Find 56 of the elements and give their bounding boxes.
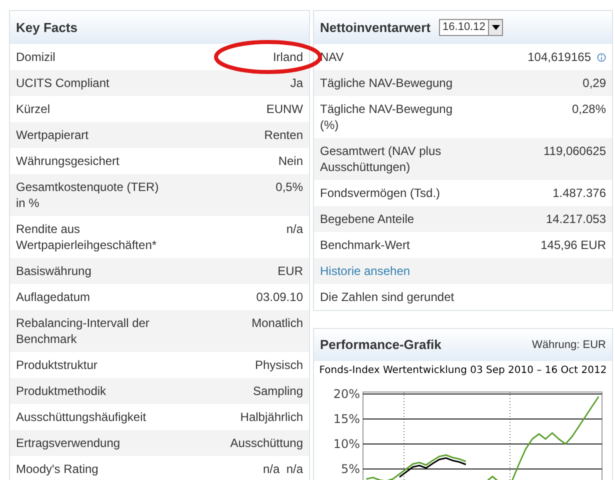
fact-value: Renten	[264, 127, 303, 143]
rounding-note: Die Zahlen sind gerundet	[320, 289, 454, 305]
fact-value: 03.09.10	[256, 289, 303, 305]
panel-title: Key Facts	[16, 18, 78, 37]
fact-value: 0,5%	[276, 179, 303, 195]
fact-label: Gesamtkostenquote (TER) in %	[16, 179, 160, 211]
date-dropdown[interactable]: 16.10.12	[438, 19, 504, 36]
fact-value: Sampling	[252, 383, 303, 399]
nav-value: 0,28%	[572, 101, 606, 117]
fact-label: UCITS Compliant	[16, 75, 110, 91]
nav-label: Gesamtwert (NAV plus Ausschüttungen)	[320, 143, 442, 175]
nav-label: Tägliche NAV-Bewegung (%)	[320, 101, 454, 133]
fact-label: Domizil	[16, 49, 56, 65]
nav-label: Tägliche NAV-Bewegung	[320, 75, 454, 91]
nav-label: Benchmark-Wert	[320, 237, 411, 253]
y-tick-label: 20%	[333, 387, 360, 401]
fact-value: Nein	[278, 153, 303, 169]
panel-title: Performance-Grafik	[320, 336, 442, 354]
chart-title: Fonds-Index Wertentwicklung 03 Sep 2010 – 16 Oct 2012	[319, 364, 607, 378]
nav-value: 1.487.376	[552, 185, 606, 201]
fact-value: Halbjährlich	[240, 409, 303, 425]
currency-label: Währung: EUR	[532, 338, 606, 353]
nav-label: Begebene Anteile	[320, 211, 416, 227]
fact-value: Ja	[290, 75, 303, 91]
y-tick-label: 15%	[333, 412, 360, 426]
fact-value: n/a n/a	[262, 461, 303, 477]
y-tick-label: 5%	[340, 462, 360, 476]
nav-value: 145,96 EUR	[540, 237, 606, 253]
fact-label: Rendite aus Wertpapierleihgeschäften*	[16, 221, 158, 253]
y-tick-label: 10%	[333, 437, 360, 451]
fact-value: Irland	[272, 49, 303, 65]
fact-label: Moody's Rating	[16, 461, 100, 477]
fact-value: Ausschüttung	[230, 435, 303, 451]
info-icon[interactable]	[597, 52, 606, 62]
fact-label: Produktstruktur	[16, 357, 98, 373]
fact-label: Währungsgesichert	[16, 153, 120, 169]
fact-label: Ertragsverwendung	[16, 435, 122, 451]
nav-label: Fondsvermögen (Tsd.)	[320, 185, 442, 201]
fact-value: Monatlich	[252, 315, 303, 331]
fact-value: EUNW	[266, 101, 303, 117]
panel-title: Nettoinventarwert	[320, 18, 431, 37]
nav-value: 0,29	[582, 75, 606, 91]
fact-label: Wertpapierart	[16, 127, 90, 143]
history-link[interactable]: Historie ansehen	[320, 263, 410, 279]
nav-value: 14.217.053	[546, 211, 606, 227]
fact-label: Kürzel	[16, 101, 52, 117]
nav-value: 104,619165	[528, 49, 591, 65]
fact-label: Rebalancing-Intervall der Benchmark	[16, 315, 150, 347]
fact-value: n/a	[286, 221, 303, 237]
fact-label: Ausschüttungshäufigkeit	[16, 409, 148, 425]
fact-label: Auflagedatum	[16, 289, 92, 305]
fact-value: EUR	[278, 263, 303, 279]
fact-value: Physisch	[254, 357, 303, 373]
fact-label: Basiswährung	[16, 263, 92, 279]
nav-value: 119,060625	[543, 143, 606, 159]
fact-label: Produktmethodik	[16, 383, 108, 399]
